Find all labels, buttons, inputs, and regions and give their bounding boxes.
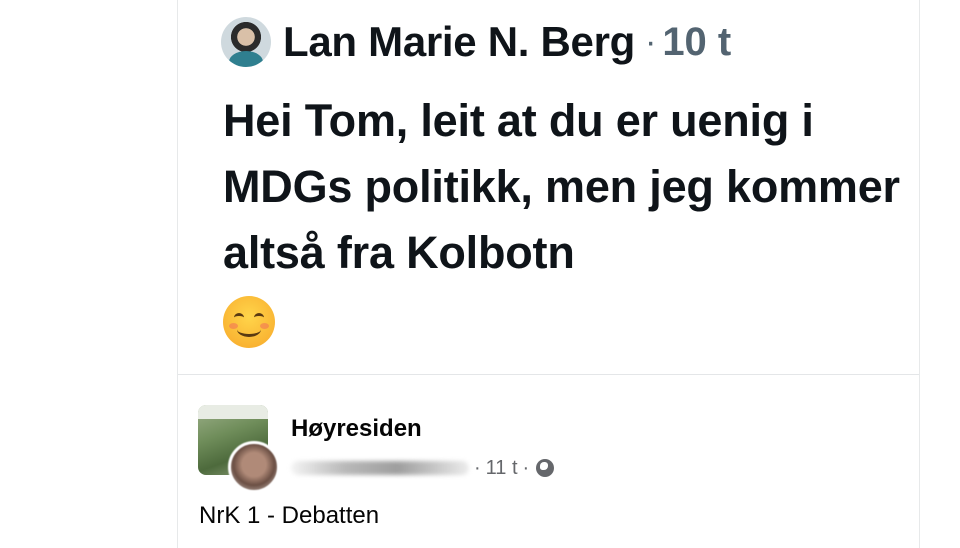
author-name[interactable]: Lan Marie N. Berg [283,18,635,66]
meta-separator-2: · [522,456,530,479]
post-meta: · 11 t · [291,454,555,482]
author-avatar[interactable] [221,17,271,67]
post-timestamp[interactable]: 11 t [486,457,518,480]
tweet-body: Hei Tom, leit at du er uenig i MDGs poli… [223,88,913,352]
post-avatars[interactable] [198,405,280,493]
meta-separator: · [474,456,481,479]
card-border-left [177,0,178,548]
screenshot-page: Lan Marie N. Berg · 10 t Hei Tom, leit a… [0,0,960,548]
section-divider [178,374,919,375]
user-avatar-blurred[interactable] [228,441,280,493]
tweet-header: Lan Marie N. Berg · 10 t [221,14,731,70]
post-text: NrK 1 - Debatten [199,502,380,529]
globe-icon [536,459,555,477]
redacted-author-name [291,461,469,475]
tweet-text: Hei Tom, leit at du er uenig i MDGs poli… [223,95,900,278]
smiling-face-emoji-icon [223,296,275,349]
card-border-right [919,0,920,548]
tweet-timestamp[interactable]: 10 t [662,20,731,65]
page-name[interactable]: Høyresiden [291,415,422,443]
header-separator: · [644,22,657,61]
